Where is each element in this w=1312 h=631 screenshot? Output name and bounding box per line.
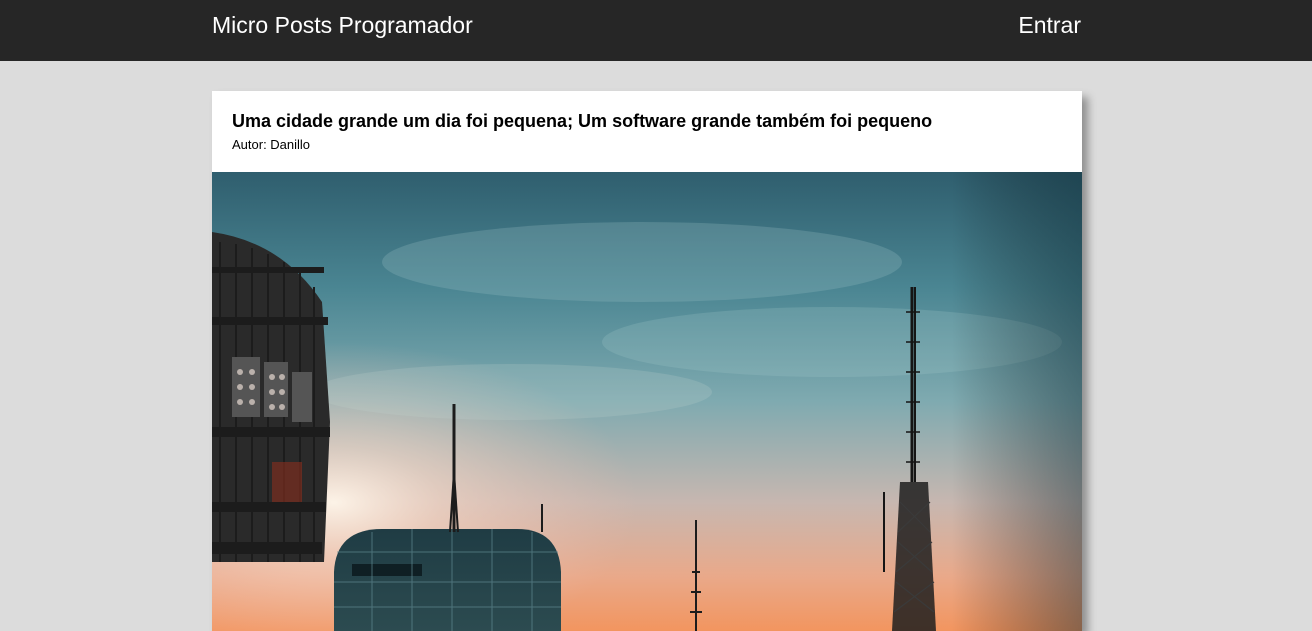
post-card: Uma cidade grande um dia foi pequena; Um… (212, 91, 1082, 631)
city-skyline-photo (212, 172, 1082, 631)
post-author: Autor: Danillo (232, 137, 311, 152)
post-title[interactable]: Uma cidade grande um dia foi pequena; Um… (232, 110, 932, 132)
top-navbar: Micro Posts Programador Entrar (0, 0, 1312, 61)
site-brand-link[interactable]: Micro Posts Programador (212, 11, 473, 39)
post-image[interactable] (212, 172, 1082, 631)
post-header: Uma cidade grande um dia foi pequena; Um… (212, 91, 1082, 172)
login-link[interactable]: Entrar (1018, 11, 1081, 39)
